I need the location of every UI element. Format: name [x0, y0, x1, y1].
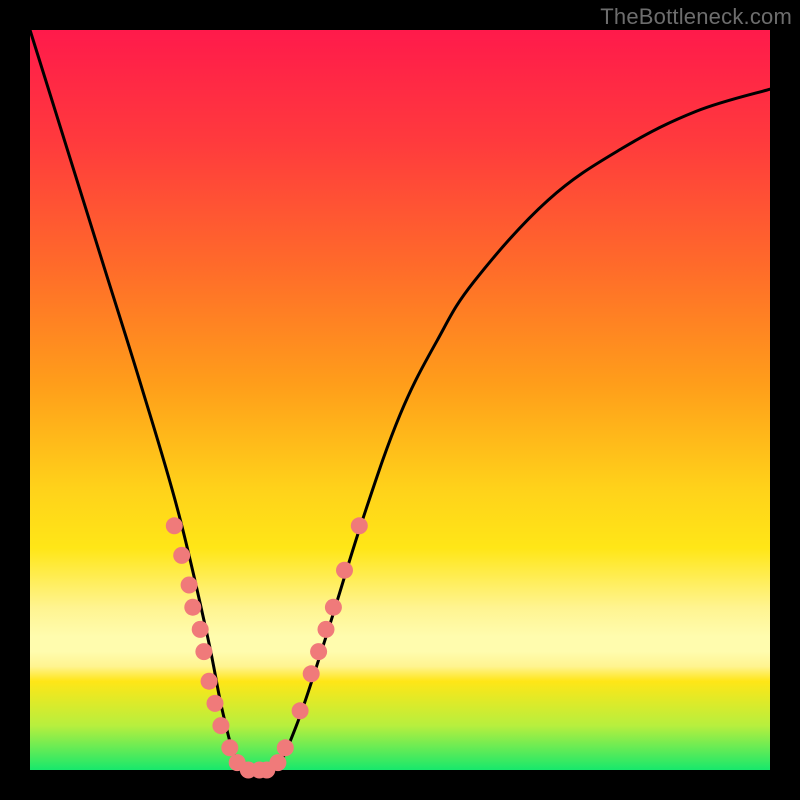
- data-point: [181, 577, 198, 594]
- outer-frame: TheBottleneck.com: [0, 0, 800, 800]
- data-point: [201, 673, 218, 690]
- data-point: [336, 562, 353, 579]
- data-point: [221, 739, 238, 756]
- data-point: [184, 599, 201, 616]
- data-point: [269, 754, 286, 771]
- data-point: [310, 643, 327, 660]
- data-point: [212, 717, 229, 734]
- plot-area: [30, 30, 770, 770]
- data-point: [292, 702, 309, 719]
- data-point: [192, 621, 209, 638]
- watermark-text: TheBottleneck.com: [600, 4, 792, 30]
- data-point: [303, 665, 320, 682]
- data-point: [195, 643, 212, 660]
- data-point: [325, 599, 342, 616]
- curve-layer: [30, 30, 770, 774]
- data-point: [351, 517, 368, 534]
- data-point: [173, 547, 190, 564]
- chart-svg: [30, 30, 770, 770]
- data-point: [318, 621, 335, 638]
- data-point: [277, 739, 294, 756]
- dots-layer: [166, 517, 368, 778]
- data-point: [166, 517, 183, 534]
- data-point: [207, 695, 224, 712]
- bottleneck-curve: [30, 30, 770, 774]
